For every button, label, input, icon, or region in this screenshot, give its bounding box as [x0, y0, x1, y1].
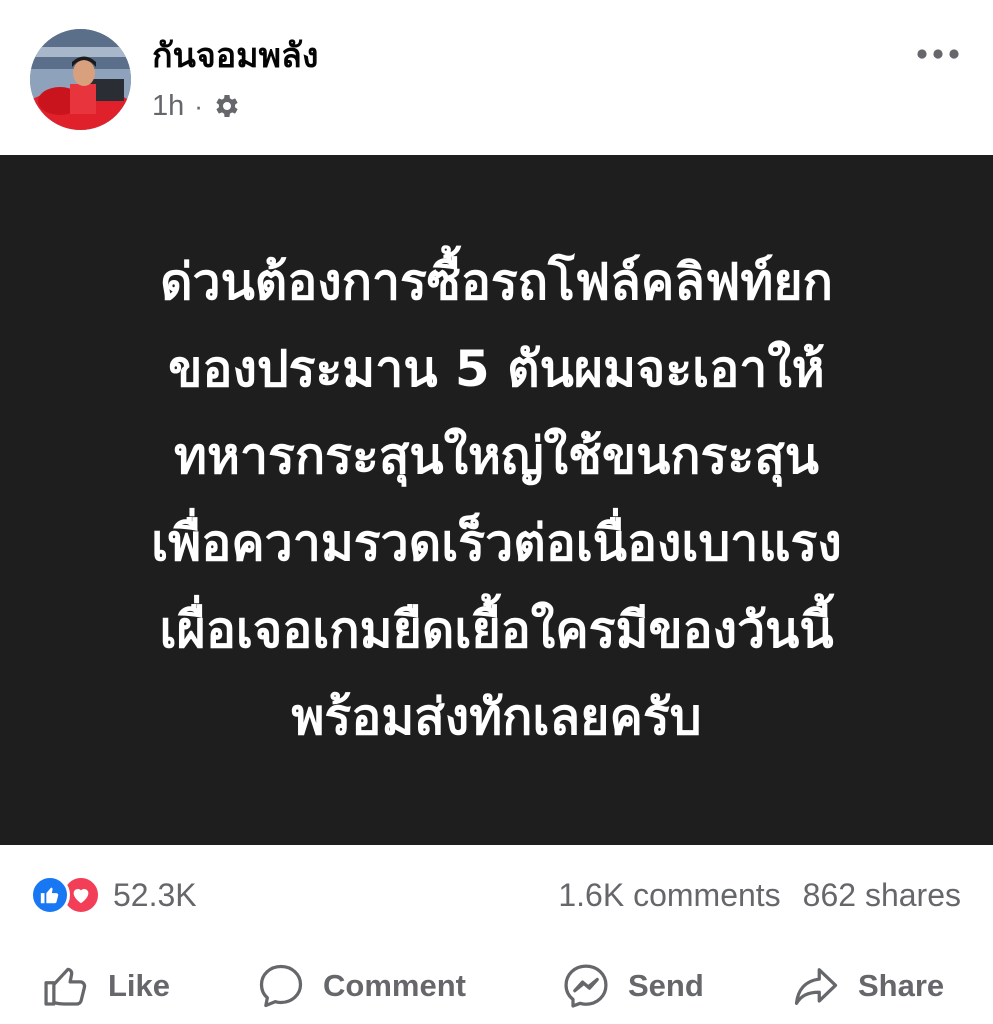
- post-stats: 52.3K 1.6K comments 862 shares: [0, 850, 993, 940]
- share-button[interactable]: Share: [790, 956, 944, 1016]
- post-meta: 1h ·: [152, 86, 242, 126]
- messenger-icon: [564, 964, 608, 1008]
- post-time[interactable]: 1h: [152, 86, 184, 126]
- comment-button[interactable]: Comment: [255, 956, 466, 1016]
- meta-separator: ·: [194, 91, 203, 121]
- avatar[interactable]: [30, 29, 131, 130]
- post-text-line: เพื่อความรวดเร็วต่อเนื่องเบาแรง: [151, 514, 842, 572]
- share-label: Share: [858, 968, 945, 1003]
- avatar-image: [30, 29, 131, 130]
- gear-icon[interactable]: [212, 91, 242, 121]
- comment-label: Comment: [323, 968, 466, 1003]
- more-icon: [917, 49, 959, 59]
- share-icon: [794, 968, 838, 1005]
- send-label: Send: [628, 968, 704, 1003]
- shares-count[interactable]: 862 shares: [803, 877, 961, 914]
- reactions-summary[interactable]: 52.3K: [30, 872, 197, 918]
- post-text-card: ด่วนต้องการซื้อรถโฟล์คลิฟท์ยก ของประมาน …: [0, 155, 993, 845]
- author-name[interactable]: กันจอมพลัง: [152, 34, 318, 78]
- comment-icon: [259, 964, 303, 1008]
- post-text-line: ของประมาน 5 ตันผมจะเอาให้: [168, 340, 825, 398]
- more-options-button[interactable]: [909, 36, 967, 72]
- facebook-post: กันจอมพลัง 1h · ด่วนต้องการซื้อรถโฟล์คลิ…: [0, 0, 993, 1024]
- like-button[interactable]: Like: [40, 956, 170, 1016]
- post-header: กันจอมพลัง 1h ·: [0, 0, 993, 155]
- like-icon: [30, 875, 70, 915]
- post-actions-bar: Like Comment Send Share: [0, 950, 993, 1024]
- post-text-line: ด่วนต้องการซื้อรถโฟล์คลิฟท์ยก: [160, 253, 833, 311]
- thumbs-up-icon: [44, 967, 87, 1006]
- comments-count[interactable]: 1.6K comments: [558, 877, 780, 914]
- send-button[interactable]: Send: [560, 956, 704, 1016]
- engagement-counts: 1.6K comments 862 shares: [558, 872, 961, 918]
- post-text-line: พร้อมส่งทักเลยครับ: [291, 688, 702, 746]
- post-text-line: ทหารกระสุนใหญ่ใช้ขนกระสุน: [174, 427, 819, 485]
- post-text-line: เผื่อเจอเกมยืดเยื้อใครมีของวันนี้: [159, 601, 834, 659]
- like-label: Like: [108, 968, 171, 1003]
- reactions-count: 52.3K: [113, 876, 197, 913]
